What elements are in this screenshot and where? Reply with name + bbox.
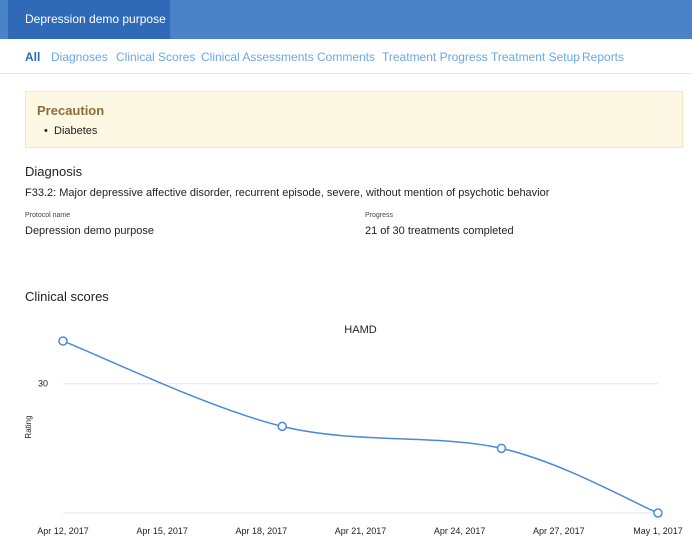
data-point xyxy=(277,421,287,432)
y-axis-label: Rating xyxy=(24,415,33,438)
hamd-chart: HAMD 30 Rating Apr 12, 2017 Apr 15, 2017 Apr … xyxy=(24,324,683,536)
x-tick-label: Apr 18, 2017 xyxy=(236,526,288,536)
data-point xyxy=(653,508,663,518)
chart-title: HAMD xyxy=(344,324,376,336)
data-point xyxy=(58,336,68,346)
x-tick-label: Apr 21, 2017 xyxy=(335,526,387,536)
x-tick-label: Apr 24, 2017 xyxy=(434,526,486,536)
x-tick-label: May 1, 2017 xyxy=(633,526,683,536)
data-point xyxy=(496,443,507,454)
series-line xyxy=(62,340,659,514)
y-tick-label: 30 xyxy=(38,379,48,389)
x-tick-label: Apr 27, 2017 xyxy=(533,526,585,536)
x-tick-label: Apr 12, 2017 xyxy=(37,526,89,536)
x-tick-label: Apr 15, 2017 xyxy=(136,526,188,536)
